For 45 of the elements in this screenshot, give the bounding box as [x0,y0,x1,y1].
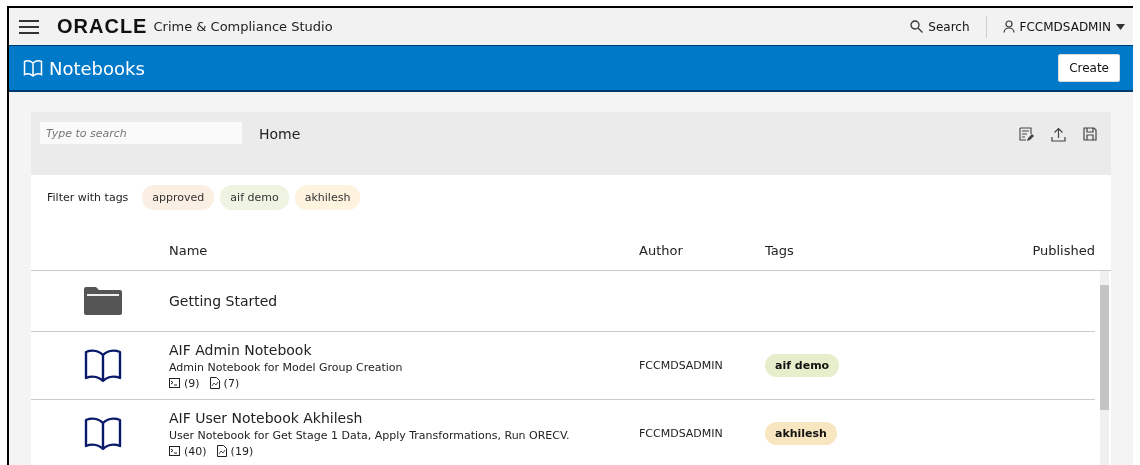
notebook-name[interactable]: AIF Admin Notebook [169,341,639,358]
save-icon[interactable] [1083,127,1097,141]
filter-tag[interactable]: aif demo [220,185,289,210]
create-button[interactable]: Create [1058,54,1120,82]
chart-count: (19) [230,444,254,458]
search-button[interactable]: Search [910,19,970,34]
scrollbar[interactable] [1100,271,1109,465]
filter-label: Filter with tags [47,191,129,204]
upload-icon[interactable] [1051,127,1066,142]
search-field[interactable]: Type to search [40,122,242,144]
notebook-name[interactable]: AIF User Notebook Akhilesh [169,409,639,426]
notebook-tag: aif demo [765,354,840,377]
edit-document-icon[interactable] [1019,127,1034,142]
caret-icon [1116,23,1125,30]
user-menu[interactable]: FCCMDSADMIN [1002,19,1125,34]
chart-count: (7) [223,376,240,390]
book-icon [84,348,122,383]
terminal-icon [169,446,180,456]
user-icon [1002,20,1015,33]
column-header: Published [1031,242,1095,258]
paragraph-count: (40) [184,444,207,458]
chart-document-icon [216,445,227,457]
product-name: Crime & Compliance Studio [153,19,333,34]
search-icon [910,20,924,33]
column-header: Name [169,242,209,258]
oracle-logo: ORACLE [57,15,148,38]
filter-tag[interactable]: akhilesh [294,185,361,210]
terminal-icon [169,378,180,388]
notebook-tag: akhilesh [765,422,837,445]
notebook-description: Admin Notebook for Model Group Creation [169,360,404,374]
author-name: FCCMDSADMIN [639,359,724,372]
breadcrumb[interactable]: Home [259,126,301,142]
author-name: FCCMDSADMIN [639,427,724,440]
book-icon [84,416,122,451]
notebook-description: User Notebook for Get Stage 1 Data, Apply Transformations, Run ORECV. [169,428,571,442]
menu-icon[interactable] [19,19,39,34]
folder-icon [83,286,123,316]
chart-document-icon [209,377,220,389]
column-header: Author [639,242,684,258]
book-icon [23,59,43,77]
paragraph-count: (9) [184,376,200,390]
page-title: Notebooks [49,57,145,79]
filter-tag[interactable]: approved [142,185,215,210]
column-header: Tags [765,242,795,258]
notebook-name[interactable]: Getting Started [169,293,639,309]
